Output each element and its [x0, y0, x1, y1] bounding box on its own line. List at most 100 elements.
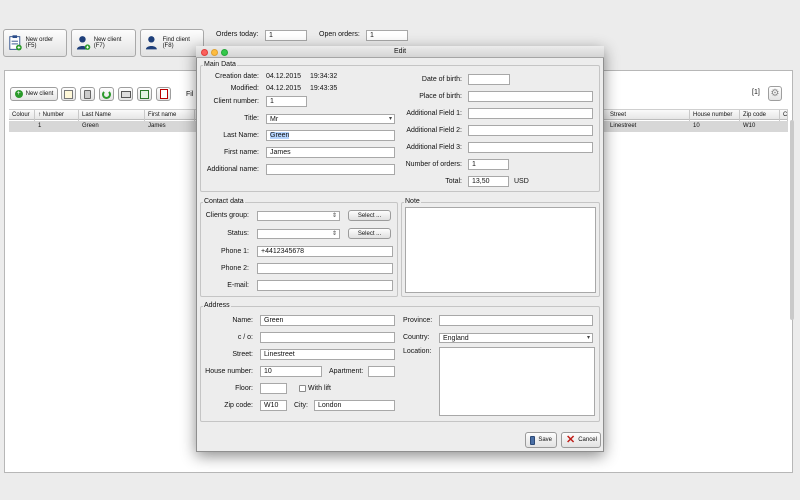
address-name-field[interactable]: Green — [260, 315, 395, 326]
delete-button[interactable] — [80, 87, 95, 101]
co-label: c / o: — [237, 334, 253, 341]
column-header[interactable]: Colour — [9, 110, 35, 121]
chevron-down-icon: ▾ — [586, 335, 590, 341]
column-header[interactable]: Zip code — [740, 110, 780, 121]
country-select[interactable]: England ▾ — [439, 333, 593, 343]
gear-icon: ⚙ — [770, 88, 780, 99]
new-client-label: New client (F7) — [93, 37, 122, 49]
new-client-toolbar-button[interactable]: New client (F7) — [71, 29, 136, 57]
modified-label: Modified: — [230, 85, 259, 92]
with-lift-checkbox[interactable] — [299, 385, 306, 392]
cancel-button[interactable]: ✕ Cancel — [561, 432, 601, 448]
print-button[interactable] — [118, 87, 133, 101]
title-select[interactable]: Mr ▾ — [266, 114, 395, 124]
settings-button[interactable]: ⚙ — [768, 86, 782, 101]
save-button[interactable]: Save — [525, 432, 557, 448]
orders-today-label: Orders today: — [216, 31, 259, 38]
additional-name-label: Additional name: — [206, 166, 259, 173]
cell-house-number: 10 — [693, 123, 700, 129]
zip-code-field[interactable]: W10 — [260, 400, 287, 411]
location-label: Location: — [403, 348, 432, 355]
new-client-list-button[interactable]: + New client — [10, 87, 58, 101]
edit-icon — [64, 89, 73, 99]
note-textarea[interactable] — [405, 207, 596, 293]
house-number-label: House number: — [205, 368, 253, 375]
dob-field[interactable] — [468, 74, 510, 85]
phone1-field[interactable]: +4412345678 — [257, 246, 393, 257]
note-title: Note — [404, 198, 421, 205]
phone2-field[interactable] — [257, 263, 393, 274]
scrollbar-thumb[interactable] — [790, 120, 794, 320]
additional-field-1[interactable] — [468, 108, 593, 119]
save-label: Save — [538, 437, 552, 443]
column-header[interactable]: C — [780, 110, 788, 121]
find-client-button[interactable]: Find client (F8) — [140, 29, 204, 57]
country-select-value: England — [443, 335, 469, 342]
edit-icon-button[interactable] — [61, 87, 76, 101]
city-field[interactable]: London — [314, 400, 395, 411]
minimize-icon[interactable] — [211, 49, 218, 56]
vertical-scrollbar[interactable] — [789, 110, 795, 470]
column-header[interactable]: Street — [607, 110, 690, 121]
location-textarea[interactable] — [439, 347, 595, 416]
pob-label: Place of birth: — [419, 93, 462, 100]
clients-group-label: Clients group: — [205, 212, 249, 219]
status-select-button[interactable]: Select ... — [348, 228, 391, 239]
cell-first-name: James — [148, 123, 166, 129]
filter-label: Fil — [186, 91, 194, 98]
export-excel-button[interactable] — [137, 87, 152, 101]
floppy-disk-icon — [530, 435, 536, 445]
close-x-icon: ✕ — [566, 434, 576, 446]
close-icon[interactable] — [201, 49, 208, 56]
column-header[interactable]: ↑ Number — [35, 110, 79, 121]
country-label: Country: — [403, 334, 430, 341]
client-number-field[interactable]: 1 — [266, 96, 307, 107]
total-field: 13,50 — [468, 176, 509, 187]
email-field[interactable] — [257, 280, 393, 291]
column-header[interactable]: First name — [145, 110, 195, 121]
pob-field[interactable] — [468, 91, 593, 102]
main-data-title: Main Data — [203, 61, 237, 68]
co-field[interactable] — [260, 332, 395, 343]
additional-name-field[interactable] — [266, 164, 395, 175]
apartment-field[interactable] — [368, 366, 395, 377]
column-header[interactable]: Last Name — [79, 110, 145, 121]
creation-date-value: 04.12.2015 — [266, 73, 302, 80]
cell-last-name: Green — [82, 123, 99, 129]
printer-icon — [120, 90, 131, 98]
status-select[interactable]: ⇕ — [257, 229, 340, 239]
refresh-icon — [102, 89, 111, 99]
title-label: Title: — [244, 115, 259, 122]
address-title: Address — [203, 302, 231, 309]
additional-field-2[interactable] — [468, 125, 593, 136]
refresh-button[interactable] — [99, 87, 114, 101]
column-header[interactable]: House number — [690, 110, 740, 121]
cell-street: Linestreet — [610, 123, 637, 129]
last-name-field[interactable]: Green — [266, 130, 395, 141]
last-name-value: Green — [270, 132, 290, 139]
maximize-icon[interactable] — [221, 49, 228, 56]
floor-field[interactable] — [260, 383, 287, 394]
dob-label: Date of birth: — [421, 76, 462, 83]
dialog-titlebar[interactable]: Edit — [196, 46, 604, 58]
zip-code-label: Zip code: — [224, 402, 253, 409]
clients-group-select-button[interactable]: Select ... — [348, 210, 391, 221]
export-pdf-button[interactable] — [156, 87, 171, 101]
add-icon: + — [14, 90, 23, 98]
add-user-icon — [76, 36, 91, 50]
new-order-button[interactable]: New order (F5) — [3, 29, 67, 57]
province-field[interactable] — [439, 315, 593, 326]
stepper-icon: ⇕ — [331, 231, 337, 237]
open-orders-label: Open orders: — [319, 31, 360, 38]
trash-icon — [84, 89, 91, 99]
dialog-title: Edit — [393, 48, 407, 55]
street-field[interactable]: Linestreet — [260, 349, 395, 360]
additional-field-3[interactable] — [468, 142, 593, 153]
email-label: E-mail: — [227, 282, 249, 289]
first-name-field[interactable]: James — [266, 147, 395, 158]
spreadsheet-icon — [140, 89, 149, 99]
clients-group-select[interactable]: ⇕ — [257, 211, 340, 221]
find-user-icon — [145, 36, 157, 50]
orders-today-field: 1 — [265, 30, 307, 41]
house-number-field[interactable]: 10 — [260, 366, 322, 377]
